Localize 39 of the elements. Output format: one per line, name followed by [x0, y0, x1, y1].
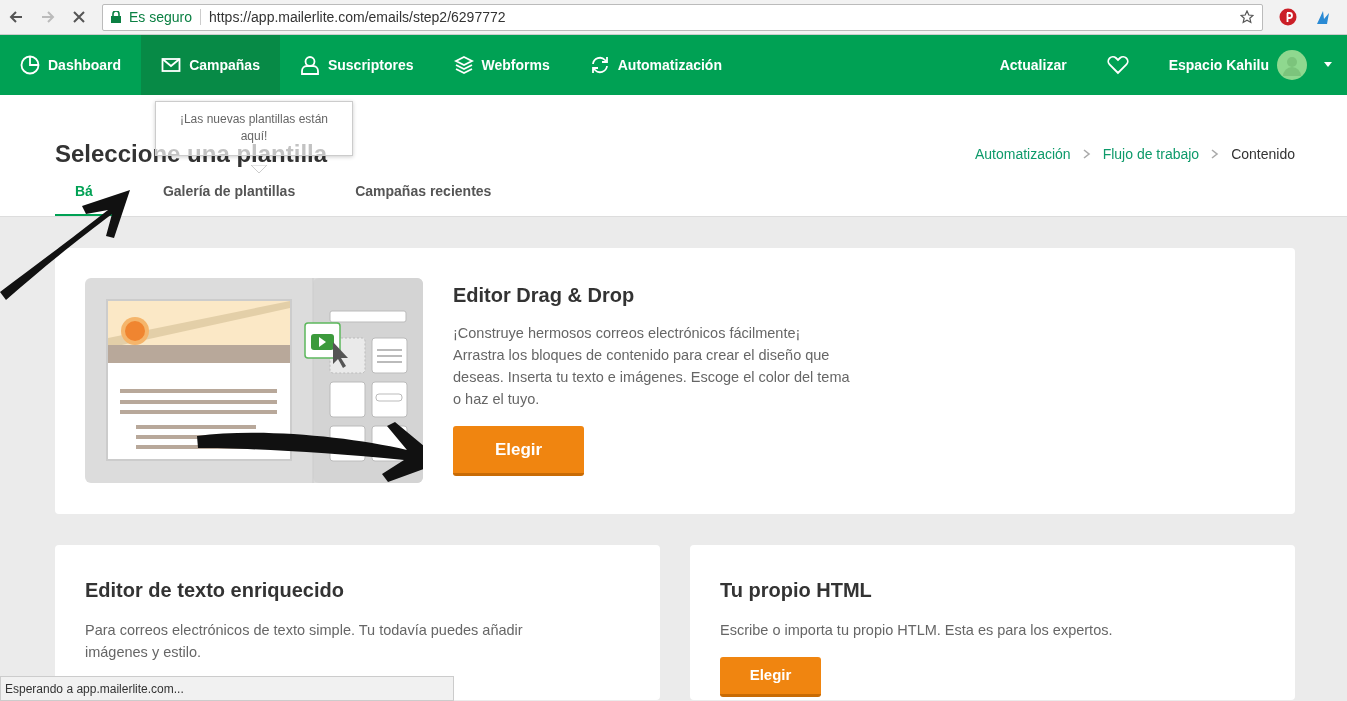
heart-icon[interactable] — [1106, 55, 1129, 75]
stop-icon[interactable] — [72, 10, 86, 24]
card-title: Tu propio HTML — [720, 578, 873, 603]
breadcrumb-link[interactable]: Automatización — [974, 143, 1071, 165]
avatar-icon — [1277, 50, 1307, 80]
choose-button[interactable]: Elegir — [720, 657, 821, 697]
user-icon — [299, 55, 320, 75]
security-label: Es seguro — [129, 7, 193, 27]
nav-tab[interactable]: Suscriptores — [279, 35, 434, 95]
card-title: Editor Drag & Drop — [453, 283, 636, 308]
card-description: ¡Construye hermosos correos electrónicos fácilmente¡ Arrastra los bloques de contenido para crear el diseño que deseas. Inserta tu texto e imágenes. Escoge el color del tema o haz el tuyo. — [453, 324, 851, 409]
chevron-icon — [1082, 149, 1091, 159]
card-description: Escribe o importa tu propio HTLM. Esta es para los expertos. — [720, 621, 1114, 640]
nav-tab[interactable]: Automatización — [569, 35, 742, 95]
layers-icon — [453, 55, 474, 75]
lock-icon — [111, 11, 121, 23]
back-icon[interactable] — [8, 9, 24, 25]
template-tab[interactable]: Campañas recientes — [355, 181, 492, 216]
chart-icon — [20, 55, 40, 75]
nav-tab[interactable]: Dashboard — [0, 35, 142, 95]
status-bar: Esperando a app.mailerlite.com... — [0, 676, 454, 701]
chevron-icon — [1211, 149, 1220, 159]
choose-button[interactable]: Elegir — [453, 426, 584, 476]
url-text[interactable]: https://app.mailerlite.com/emails/step2/6297772 — [209, 6, 1232, 28]
nav-tab[interactable]: Webforms — [433, 35, 570, 95]
nav-tab[interactable]: Campañas — [141, 35, 280, 95]
tooltip-pointer-icon — [251, 165, 267, 173]
breadcrumb-link[interactable]: Flujo de trabajo — [1102, 143, 1200, 165]
caret-icon — [1323, 62, 1333, 68]
breadcrumb-current: Contenido — [1231, 144, 1295, 164]
mail-icon — [161, 55, 182, 75]
bookmark-star-icon[interactable] — [1240, 10, 1254, 24]
account-menu[interactable]: Espacio Kahilu — [1148, 35, 1347, 95]
template-tab[interactable]: Galería de plantillas — [162, 181, 296, 216]
card-description: Para correos electrónicos de texto simple. Tu todavía puedes añadir imágenes y estilo. — [85, 621, 524, 662]
card-title: Editor de texto enriquecido — [85, 578, 345, 603]
pin-extension-icon[interactable] — [1279, 8, 1297, 26]
upgrade-link[interactable]: Actualizar — [979, 35, 1087, 95]
refresh-icon — [589, 55, 610, 75]
